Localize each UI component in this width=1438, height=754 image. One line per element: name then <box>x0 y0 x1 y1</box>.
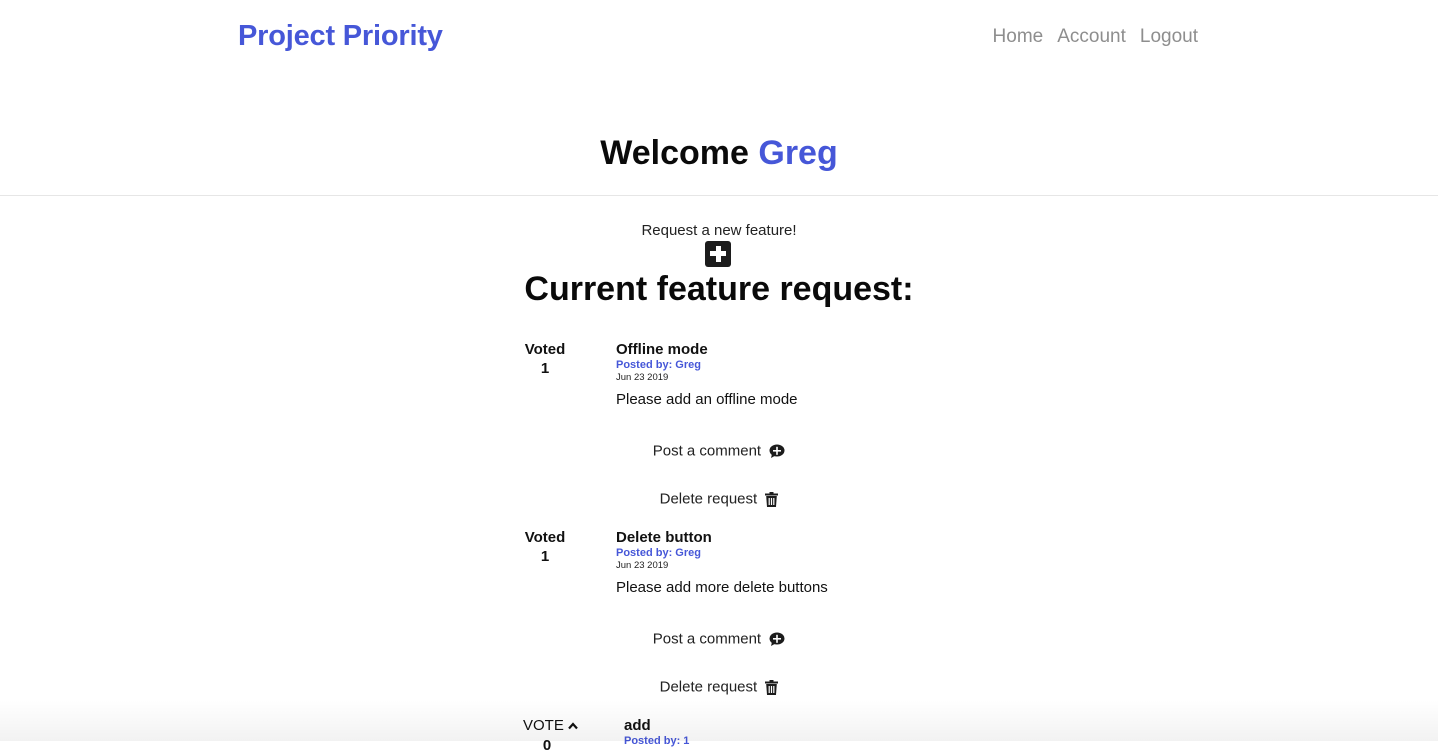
plus-square-icon[interactable] <box>705 241 731 267</box>
trash-icon <box>765 491 779 507</box>
request-info: Offline mode Posted by: Greg Jun 23 2019 <box>616 341 708 384</box>
delete-request-label: Delete request <box>659 490 758 508</box>
brand-logo-link[interactable]: Project Priority <box>238 20 443 53</box>
post-comment-button[interactable]: Post a comment <box>0 442 1438 460</box>
voted-label: Voted <box>524 341 566 358</box>
post-comment-label: Post a comment <box>652 442 762 460</box>
vote-count: 1 <box>540 360 550 377</box>
request-description: Please add more delete buttons <box>616 579 828 596</box>
request-date: Jun 23 2019 <box>616 372 669 383</box>
comment-icon <box>769 632 785 646</box>
vote-button[interactable]: VOTE <box>523 717 578 734</box>
vote-count: 1 <box>540 548 550 565</box>
header-divider <box>0 195 1438 196</box>
request-new-feature-label: Request a new feature! <box>641 222 797 239</box>
delete-request-label: Delete request <box>659 678 758 696</box>
request-description: Please add an offline mode <box>616 391 798 408</box>
vote-label: VOTE <box>523 717 564 734</box>
scroll-fade <box>0 700 1438 741</box>
welcome-heading: Welcome Greg <box>0 134 1438 173</box>
request-author: Posted by: Greg <box>616 547 701 559</box>
vote-status: Voted 1 <box>523 341 567 377</box>
request-author: Posted by: Greg <box>616 359 701 371</box>
voted-label: Voted <box>524 529 566 546</box>
request-info: Delete button Posted by: Greg Jun 23 201… <box>616 529 712 572</box>
delete-request-button[interactable]: Delete request <box>0 490 1438 508</box>
request-date: Jun 23 2019 <box>616 560 669 571</box>
delete-request-button[interactable]: Delete request <box>0 678 1438 696</box>
section-title: Current feature request: <box>524 270 914 308</box>
post-comment-label: Post a comment <box>652 630 762 648</box>
vote-status: VOTE 0 <box>523 717 583 754</box>
request-title: add <box>624 717 651 734</box>
top-navbar: Project Priority Home Account Logout <box>0 0 1438 76</box>
request-info: add Posted by: 1 <box>624 717 689 748</box>
vote-count: 0 <box>542 737 552 754</box>
request-title: Delete button <box>616 529 712 546</box>
trash-icon <box>765 679 779 695</box>
welcome-prefix: Welcome <box>600 134 749 172</box>
chevron-up-icon <box>568 721 578 729</box>
request-author: Posted by: 1 <box>624 735 690 747</box>
nav-links: Home Account Logout <box>993 26 1198 48</box>
nav-home-link[interactable]: Home <box>993 26 1044 48</box>
request-title: Offline mode <box>616 341 708 358</box>
comment-icon <box>769 444 785 458</box>
vote-status: Voted 1 <box>523 529 567 565</box>
nav-logout-link[interactable]: Logout <box>1140 26 1198 48</box>
welcome-username: Greg <box>758 134 838 172</box>
post-comment-button[interactable]: Post a comment <box>0 630 1438 648</box>
nav-account-link[interactable]: Account <box>1057 26 1126 48</box>
